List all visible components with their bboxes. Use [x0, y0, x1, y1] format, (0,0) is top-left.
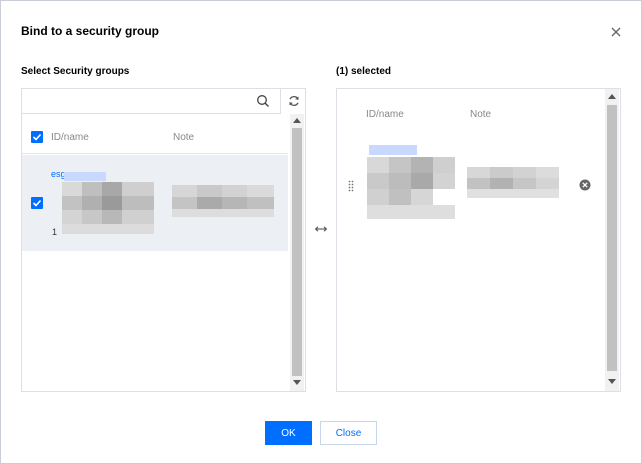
right-section-label: (1) selected	[336, 66, 392, 77]
drag-handle-icon[interactable]	[348, 180, 354, 192]
scroll-down-icon[interactable]	[293, 380, 301, 385]
left-section-label: Select Security groups	[21, 66, 130, 77]
selected-groups-panel: ID/name Note	[336, 88, 621, 392]
redacted-id	[369, 145, 417, 155]
redacted-name	[62, 182, 154, 237]
remove-icon[interactable]	[579, 179, 591, 191]
select-all-checkbox[interactable]	[31, 131, 43, 143]
column-note: Note	[470, 109, 492, 120]
search-icon[interactable]	[256, 94, 270, 108]
bind-security-group-dialog: Bind to a security group Select Security…	[0, 0, 642, 464]
column-id-name: ID/name	[366, 109, 404, 120]
scroll-up-icon[interactable]	[293, 118, 301, 123]
redacted-note	[467, 167, 559, 199]
row-extra-text: 1	[52, 227, 58, 237]
dialog-title: Bind to a security group	[21, 24, 160, 38]
row-checkbox[interactable]	[31, 197, 43, 209]
table-row[interactable]: esg 1	[22, 155, 288, 251]
scroll-down-icon[interactable]	[608, 379, 616, 384]
right-scroll-thumb[interactable]	[607, 105, 617, 371]
search-box	[22, 89, 281, 114]
close-icon[interactable]	[607, 23, 625, 41]
redacted-name	[367, 157, 455, 221]
column-id-name: ID/name	[51, 132, 89, 143]
left-table-header: ID/name Note	[22, 114, 288, 154]
search-input[interactable]	[26, 92, 250, 112]
available-groups-panel: ID/name Note esg 1	[21, 88, 306, 392]
redacted-note	[172, 185, 274, 219]
left-scroll-thumb[interactable]	[292, 128, 302, 376]
redacted-id	[64, 172, 106, 181]
left-scrollbar[interactable]	[290, 114, 304, 391]
transfer-arrows-icon	[314, 226, 328, 232]
ok-button[interactable]: OK	[265, 421, 312, 445]
refresh-icon[interactable]	[287, 94, 301, 108]
right-table-header: ID/name Note	[337, 89, 603, 129]
selected-row	[337, 129, 603, 269]
close-button[interactable]: Close	[320, 421, 377, 445]
right-scrollbar[interactable]	[605, 89, 619, 391]
scroll-up-icon[interactable]	[608, 94, 616, 99]
column-note: Note	[173, 132, 195, 143]
